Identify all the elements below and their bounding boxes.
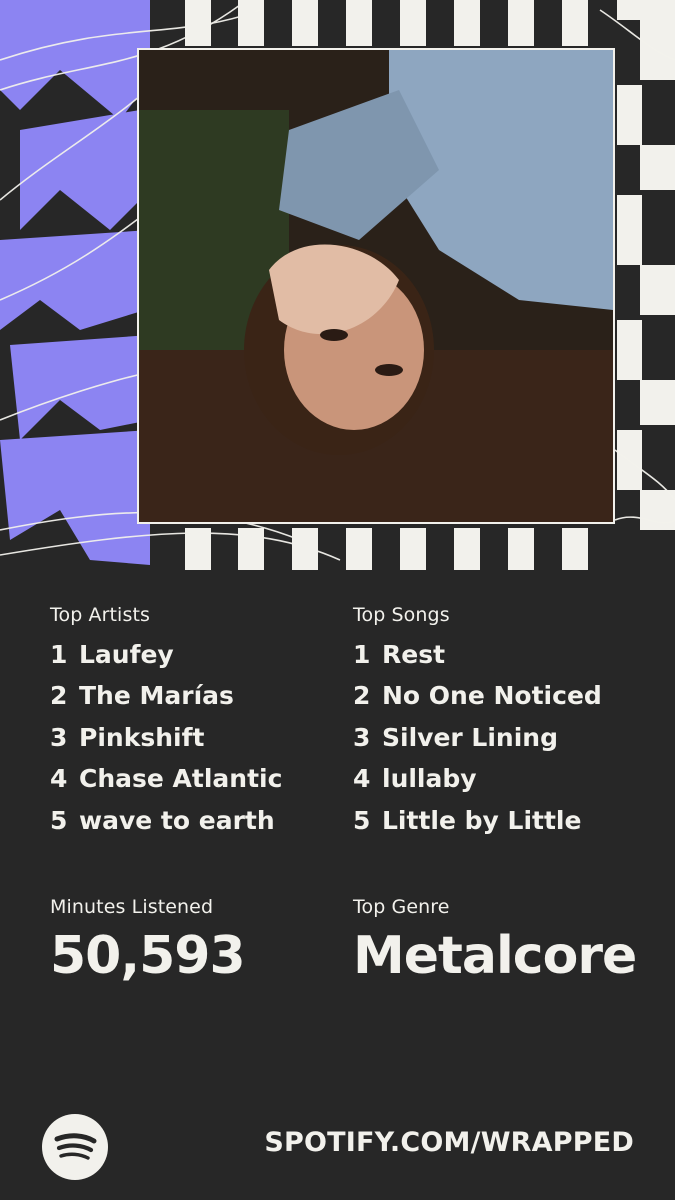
portrait-photo-icon <box>139 50 613 522</box>
song-name: Little by Little <box>382 805 582 835</box>
top-artists-list: 1 Laufey 2 The Marías 3 Pinkshift 4 Chas… <box>50 640 282 847</box>
minutes-listened-value: 50,593 <box>50 926 246 986</box>
top-genre-value: Metalcore <box>353 926 637 986</box>
artist-name: Chase Atlantic <box>79 764 283 794</box>
album-cover-image <box>137 48 615 524</box>
list-item: 3 Silver Lining <box>353 723 602 764</box>
song-name: No One Noticed <box>382 681 602 711</box>
top-artists-label: Top Artists <box>50 604 150 626</box>
list-item: 4 Chase Atlantic <box>50 764 282 805</box>
artist-name: The Marías <box>79 681 234 711</box>
list-item: 3 Pinkshift <box>50 723 282 764</box>
list-item: 1 Laufey <box>50 640 282 681</box>
rank-number: 1 <box>50 640 68 669</box>
top-songs-list: 1 Rest 2 No One Noticed 3 Silver Lining … <box>353 640 602 847</box>
song-name: Rest <box>382 640 446 669</box>
minutes-listened-label: Minutes Listened <box>50 896 214 918</box>
rank-number: 3 <box>353 722 371 752</box>
rank-number: 2 <box>50 681 68 711</box>
rank-number: 5 <box>353 805 371 835</box>
list-item: 2 No One Noticed <box>353 681 602 722</box>
wrapped-url-link[interactable]: SPOTIFY.COM/WRAPPED <box>264 1127 634 1158</box>
artist-name: Laufey <box>79 640 174 669</box>
rank-number: 3 <box>50 722 68 752</box>
year-graphic <box>0 0 150 565</box>
rank-number: 4 <box>353 764 371 794</box>
top-genre-label: Top Genre <box>353 896 450 918</box>
rank-number: 1 <box>353 640 371 669</box>
spotify-logo-icon[interactable] <box>42 1114 108 1180</box>
artist-name: wave to earth <box>79 805 275 835</box>
song-name: lullaby <box>382 764 477 794</box>
list-item: 2 The Marías <box>50 681 282 722</box>
list-item: 5 wave to earth <box>50 806 282 847</box>
rank-number: 2 <box>353 681 371 711</box>
list-item: 5 Little by Little <box>353 806 602 847</box>
list-item: 1 Rest <box>353 640 602 681</box>
artist-name: Pinkshift <box>79 722 205 752</box>
list-item: 4 lullaby <box>353 764 602 805</box>
wrapped-banner <box>0 0 675 570</box>
song-name: Silver Lining <box>382 722 558 752</box>
rank-number: 5 <box>50 805 68 835</box>
rank-number: 4 <box>50 764 68 794</box>
top-songs-label: Top Songs <box>353 604 450 626</box>
